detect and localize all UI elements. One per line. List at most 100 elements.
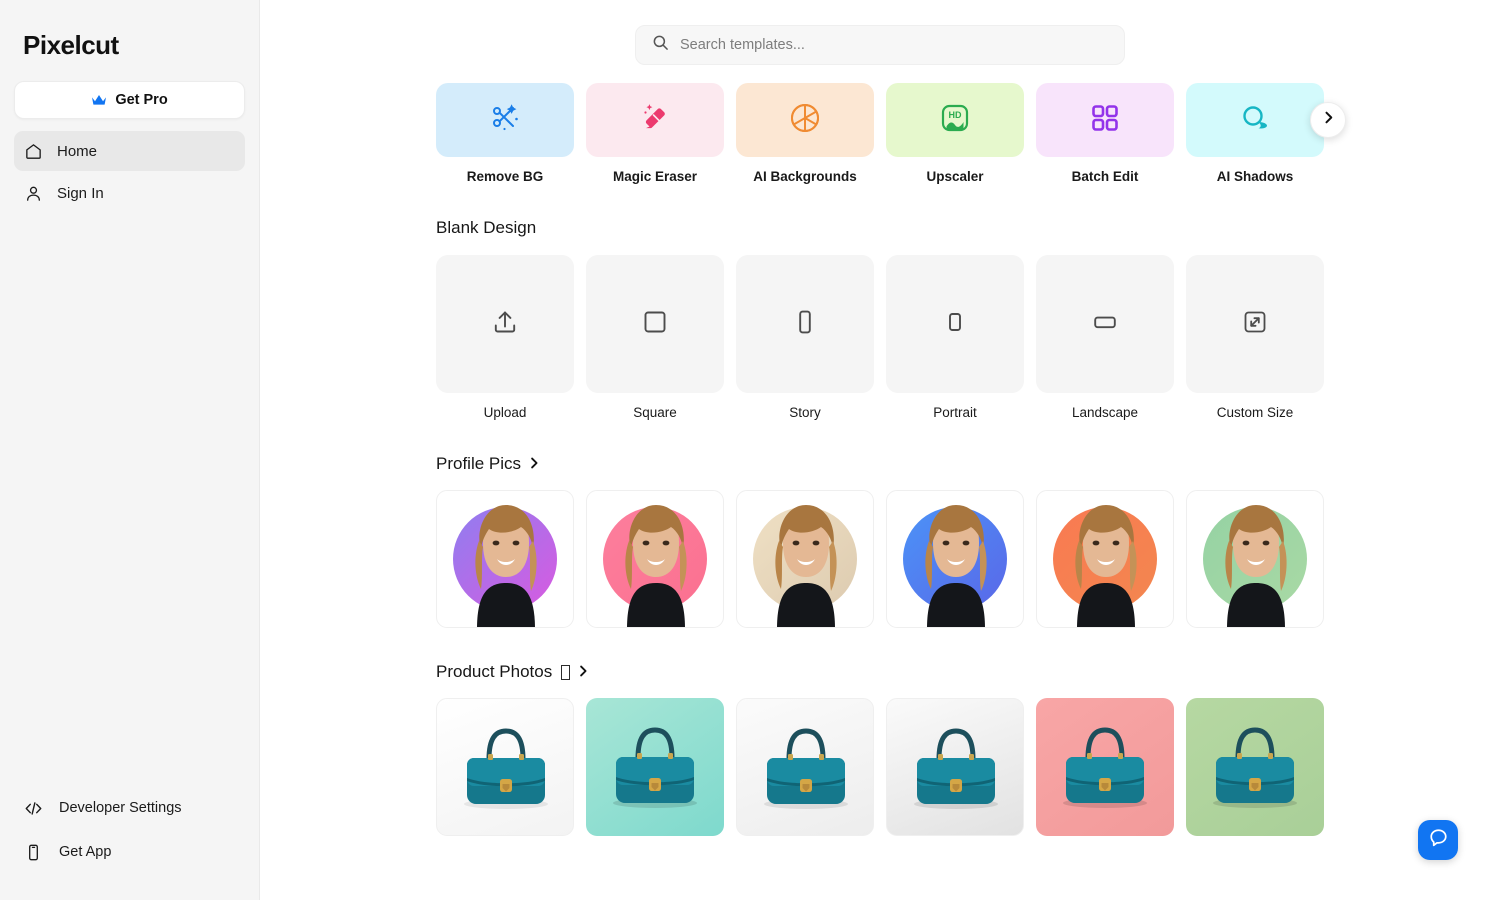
carousel-next-button[interactable] (1310, 102, 1346, 138)
blank-tile-portrait (886, 255, 1024, 393)
user-icon (24, 184, 43, 203)
product-photos-title-row[interactable]: Product Photos (436, 662, 1324, 682)
tool-card-upscaler[interactable]: HD Upscaler (886, 83, 1024, 184)
sidebar-item-developer-settings[interactable]: Developer Settings (14, 790, 245, 826)
profile-pic-thumb-6[interactable] (1186, 490, 1324, 628)
blank-card-square[interactable]: Square (586, 255, 724, 420)
svg-text:HD: HD (949, 110, 962, 120)
blank-card-landscape[interactable]: Landscape (1036, 255, 1174, 420)
product-photo-thumb-5[interactable] (1036, 698, 1174, 836)
tool-tile-batch-edit (1036, 83, 1174, 157)
sidebar: Pixelcut Get Pro Home Sign In Developer … (0, 0, 260, 900)
blank-card-portrait[interactable]: Portrait (886, 255, 1024, 420)
search-box[interactable] (635, 25, 1125, 65)
sidebar-item-sign-in-label: Sign In (57, 184, 104, 202)
tool-label-batch-edit: Batch Edit (1071, 169, 1139, 184)
hd-icon: HD (939, 102, 971, 139)
aperture-icon (789, 102, 821, 139)
handbag-photo (464, 728, 548, 809)
blank-design-section: Blank Design Upload Square Story Portrai… (436, 218, 1324, 420)
sidebar-nav: Home Sign In (14, 131, 245, 213)
shadow-circle-icon (1238, 103, 1272, 138)
product-photo-thumb-1[interactable] (436, 698, 574, 836)
sidebar-item-developer-settings-label: Developer Settings (59, 800, 182, 816)
eraser-sparkle-icon (638, 101, 672, 140)
tool-tile-remove-bg (436, 83, 574, 157)
scissors-sparkle-icon (488, 101, 522, 140)
blank-label-story: Story (789, 405, 821, 420)
content-scroll-area: Remove BG Magic Eraser AI Backgrounds HD… (260, 83, 1500, 836)
chevron-right-icon (528, 454, 540, 474)
profile-pic-thumb-1[interactable] (436, 490, 574, 628)
blank-tile-square (586, 255, 724, 393)
profile-pic-thumb-4[interactable] (886, 490, 1024, 628)
sidebar-item-home-label: Home (57, 142, 98, 160)
tool-tile-magic-eraser (586, 83, 724, 157)
product-photo-thumb-3[interactable] (736, 698, 874, 836)
blank-card-story[interactable]: Story (736, 255, 874, 420)
main-content: Remove BG (260, 0, 1500, 900)
blank-tile-story (736, 255, 874, 393)
chat-bubble-icon (1428, 827, 1449, 853)
blank-card-upload[interactable]: Upload (436, 255, 574, 420)
profile-pics-title: Profile Pics (436, 454, 522, 473)
tool-card-remove-bg[interactable]: Remove BG (436, 83, 574, 184)
profile-pic-thumb-2[interactable] (586, 490, 724, 628)
portrait-photo (475, 505, 537, 627)
product-photos-section: Product Photos (436, 662, 1324, 836)
portrait-photo (625, 505, 687, 627)
product-photo-thumb-2[interactable] (586, 698, 724, 836)
blank-tile-custom-size (1186, 255, 1324, 393)
tool-label-magic-eraser: Magic Eraser (612, 169, 698, 184)
product-photos-title: Product Photos (436, 662, 553, 681)
phone-icon (24, 843, 43, 862)
portrait-rect-icon (941, 308, 969, 341)
tool-card-ai-backgrounds[interactable]: AI Backgrounds (736, 83, 874, 184)
blank-design-grid: Upload Square Story Portrait Landscape C… (436, 255, 1324, 420)
portrait-photo (925, 505, 987, 627)
profile-pics-title-row[interactable]: Profile Pics (436, 454, 1324, 474)
handbag-photo (764, 728, 848, 809)
tool-tile-ai-shadows (1186, 83, 1324, 157)
tool-tile-upscaler: HD (886, 83, 1024, 157)
grid-four-icon (1090, 103, 1120, 138)
sidebar-item-home[interactable]: Home (14, 131, 245, 171)
tool-card-batch-edit[interactable]: Batch Edit (1036, 83, 1174, 184)
square-icon (641, 308, 669, 341)
portrait-photo (1225, 505, 1287, 627)
product-photo-thumb-6[interactable] (1186, 698, 1324, 836)
upload-icon (491, 308, 519, 341)
tool-label-remove-bg: Remove BG (466, 169, 544, 184)
tool-label-upscaler: Upscaler (926, 169, 984, 184)
sidebar-footer: Developer Settings Get App (14, 790, 245, 900)
blank-tile-upload (436, 255, 574, 393)
blank-label-landscape: Landscape (1071, 405, 1139, 420)
app-root: Pixelcut Get Pro Home Sign In Developer … (0, 0, 1500, 900)
crown-icon (91, 93, 107, 107)
product-photos-grid (436, 698, 1324, 836)
tool-card-magic-eraser[interactable]: Magic Eraser (586, 83, 724, 184)
chevron-right-icon (577, 662, 589, 682)
profile-pic-thumb-3[interactable] (736, 490, 874, 628)
blank-design-title: Blank Design (436, 218, 537, 237)
handbag-photo (1063, 727, 1147, 808)
sidebar-item-get-app[interactable]: Get App (14, 834, 245, 870)
blank-card-custom-size[interactable]: Custom Size (1186, 255, 1324, 420)
get-pro-button[interactable]: Get Pro (14, 81, 245, 119)
search-input[interactable] (680, 37, 1108, 53)
handbag-photo (613, 727, 697, 808)
tool-tile-ai-backgrounds (736, 83, 874, 157)
tools-carousel: Remove BG Magic Eraser AI Backgrounds HD… (436, 83, 1324, 184)
profile-pic-thumb-5[interactable] (1036, 490, 1174, 628)
app-brand-title: Pixelcut (23, 30, 119, 60)
tool-card-ai-shadows[interactable]: AI Shadows (1186, 83, 1324, 184)
search-bar-container (260, 0, 1500, 65)
home-icon (24, 142, 43, 161)
sidebar-item-get-app-label: Get App (59, 844, 112, 860)
sidebar-item-sign-in[interactable]: Sign In (14, 173, 245, 213)
handbag-photo (914, 728, 998, 809)
chevron-right-icon (1322, 111, 1335, 129)
product-photo-thumb-4[interactable] (886, 698, 1024, 836)
chat-launcher-button[interactable] (1418, 820, 1458, 860)
expand-arrows-icon (1241, 308, 1269, 341)
